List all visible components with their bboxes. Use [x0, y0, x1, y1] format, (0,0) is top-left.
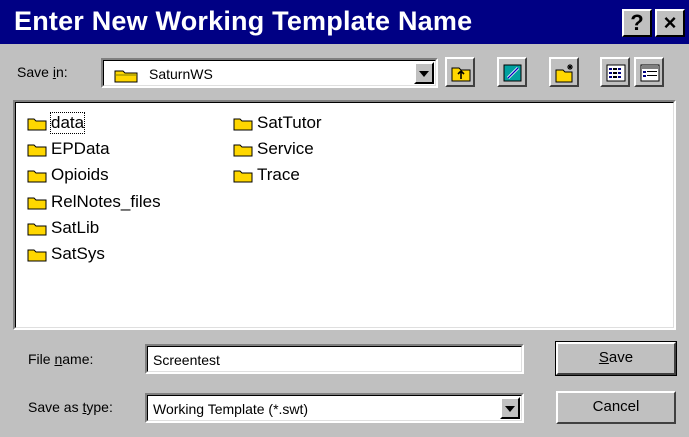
- title-bar[interactable]: Enter New Working Template Name ? ×: [0, 0, 689, 44]
- save-button-accel: S: [598, 349, 609, 366]
- list-view-icon: [606, 64, 626, 82]
- folder-icon: [27, 170, 47, 183]
- close-button[interactable]: ×: [655, 9, 685, 37]
- chevron-down-icon: [419, 71, 429, 77]
- create-new-folder-button[interactable]: [549, 57, 579, 87]
- folder-name: Trace: [257, 165, 300, 184]
- folder-name: Opioids: [51, 165, 109, 184]
- drive-folder-icon: [114, 70, 138, 83]
- folder-name: data: [49, 112, 86, 134]
- cancel-button[interactable]: Cancel: [556, 391, 676, 424]
- folder-icon: [233, 170, 253, 183]
- file-name-label-suffix: ame:: [62, 351, 94, 367]
- save-as-type-dropdown-button[interactable]: [500, 397, 520, 419]
- save-in-label: Save in:: [17, 64, 68, 80]
- file-name-input[interactable]: Screentest: [145, 344, 524, 374]
- save-button-label: ave: [608, 349, 634, 366]
- save-in-value: SaturnWS: [149, 66, 213, 82]
- file-name-label-prefix: File: [28, 351, 55, 367]
- list-view-button[interactable]: [600, 57, 630, 87]
- save-in-dropdown[interactable]: SaturnWS: [101, 58, 438, 88]
- folder-icon: [233, 144, 253, 157]
- details-view-icon: [640, 64, 660, 82]
- save-in-label-prefix: Save: [17, 64, 53, 80]
- file-list[interactable]: data EPData Opioids RelNotes_files SatLi…: [13, 100, 676, 330]
- save-as-type-label-prefix: Save as: [28, 399, 83, 415]
- folder-name: SatSys: [51, 244, 105, 263]
- save-as-type-dropdown[interactable]: Working Template (*.swt): [145, 393, 524, 423]
- save-as-type-label-suffix: ype:: [86, 399, 113, 415]
- desktop-button[interactable]: [497, 57, 527, 87]
- details-view-button[interactable]: [634, 57, 664, 87]
- folder-name: RelNotes_files: [51, 192, 161, 211]
- desktop-icon: [503, 64, 522, 82]
- folder-icon: [27, 197, 47, 210]
- chevron-down-icon: [505, 406, 515, 412]
- file-list-frame: [15, 102, 674, 328]
- folder-name: Service: [257, 139, 314, 158]
- folder-name: SatLib: [51, 218, 100, 237]
- up-one-level-button[interactable]: [445, 57, 475, 87]
- folder-icon: [27, 249, 47, 262]
- help-button[interactable]: ?: [622, 9, 652, 37]
- folder-icon: [27, 118, 47, 131]
- save-as-type-value: Working Template (*.swt): [153, 401, 309, 417]
- folder-name: EPData: [51, 139, 110, 158]
- save-in-label-suffix: n:: [55, 64, 68, 80]
- file-name-value: Screentest: [153, 352, 220, 368]
- new-folder-icon: [555, 64, 573, 83]
- folder-icon: [27, 144, 47, 157]
- folder-icon: [27, 223, 47, 236]
- save-dialog: Enter New Working Template Name ? × Save…: [0, 0, 689, 437]
- folder-icon: [233, 118, 253, 131]
- file-name-label: File name:: [28, 351, 93, 367]
- save-as-type-label: Save as type:: [28, 399, 113, 415]
- window-title: Enter New Working Template Name: [14, 6, 473, 36]
- save-button[interactable]: Save: [555, 341, 677, 376]
- folder-name: SatTutor: [257, 113, 322, 132]
- up-folder-icon: [451, 67, 471, 82]
- save-in-dropdown-button[interactable]: [414, 62, 434, 84]
